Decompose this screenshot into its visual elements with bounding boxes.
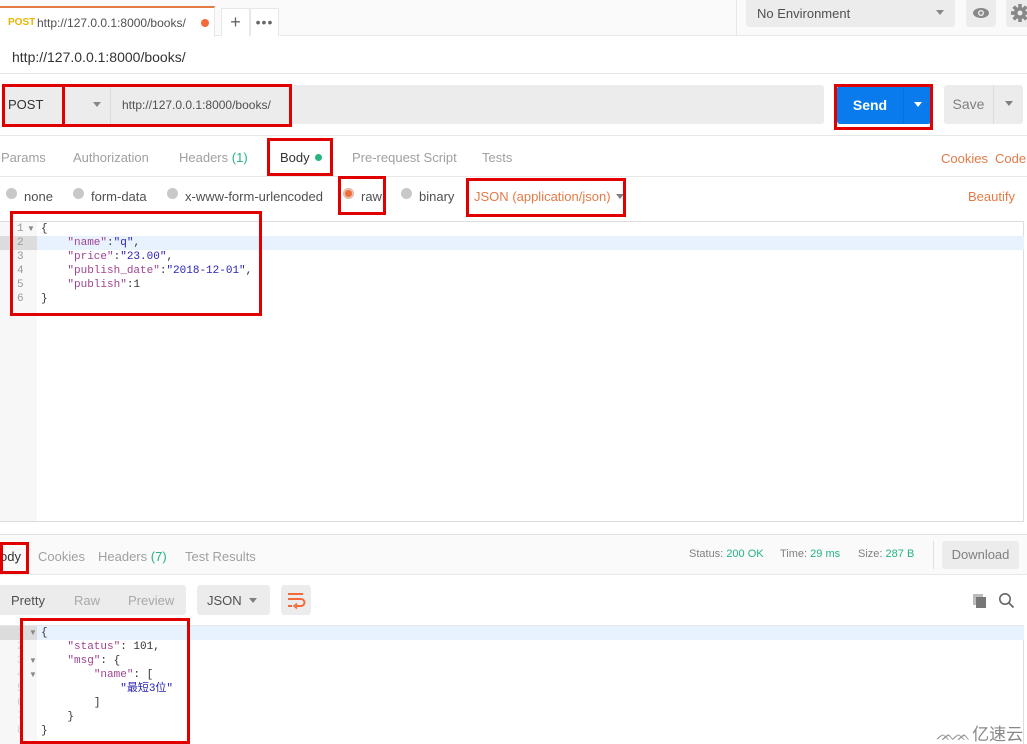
request-tab-url: http://127.0.0.1:8000/books/: [37, 16, 186, 30]
new-tab-button[interactable]: +: [221, 8, 250, 36]
tab-authorization[interactable]: Authorization: [73, 150, 149, 165]
search-button[interactable]: [998, 592, 1015, 612]
gear-icon: [1011, 4, 1027, 22]
chevron-down-icon: [1005, 101, 1013, 106]
radio-form-data-label[interactable]: form-data: [91, 189, 147, 204]
tab-label: Test Results: [185, 549, 256, 564]
response-format-label: JSON: [207, 593, 242, 608]
divider: [933, 541, 934, 569]
environment-quick-look-button[interactable]: [966, 0, 996, 27]
annotation-box-url: [62, 84, 292, 127]
code-link[interactable]: Code: [995, 151, 1026, 166]
save-options-button[interactable]: [993, 85, 1023, 124]
annotation-box-response-body: [20, 618, 190, 744]
request-title: http://127.0.0.1:8000/books/: [12, 49, 186, 65]
tab-headers[interactable]: Headers (1): [179, 150, 248, 165]
view-raw[interactable]: Raw: [74, 593, 100, 608]
radio-binary-label[interactable]: binary: [419, 189, 454, 204]
chevron-down-icon: [249, 598, 257, 603]
tab-pre-request-script[interactable]: Pre-request Script: [352, 150, 457, 165]
request-tab[interactable]: POST http://127.0.0.1:8000/books/: [0, 6, 215, 37]
tab-label: Params: [1, 150, 46, 165]
response-format-select[interactable]: JSON: [197, 585, 270, 615]
status-value: 200 OK: [726, 548, 764, 560]
response-tab-cookies[interactable]: Cookies: [38, 549, 85, 564]
radio-urlencoded-label[interactable]: x-www-form-urlencoded: [185, 189, 323, 204]
annotation-box-content-type: [466, 178, 626, 217]
environment-select[interactable]: No Environment: [746, 0, 955, 27]
divider: [0, 73, 1027, 74]
divider: [736, 0, 737, 36]
tab-label: Authorization: [73, 150, 149, 165]
radio-form-data[interactable]: [73, 188, 84, 199]
download-button[interactable]: Download: [942, 541, 1019, 569]
copy-button[interactable]: [972, 593, 988, 612]
more-tabs-button[interactable]: •••: [250, 8, 279, 36]
status-label: Status:: [689, 548, 724, 560]
view-preview[interactable]: Preview: [128, 593, 174, 608]
save-button[interactable]: Save: [944, 85, 993, 124]
cookies-link[interactable]: Cookies: [941, 151, 988, 166]
radio-none[interactable]: [6, 188, 17, 199]
response-tab-headers[interactable]: Headers (7): [98, 549, 167, 564]
annotation-box-request-body: [10, 211, 262, 316]
tab-label: Tests: [482, 150, 513, 165]
annotation-box-raw: [338, 176, 386, 215]
tab-tests[interactable]: Tests: [482, 150, 512, 165]
wrap-lines-icon: [288, 593, 306, 610]
chevron-down-icon: [936, 10, 944, 15]
request-tab-method: POST: [8, 17, 36, 28]
tab-label: Pre-request Script: [352, 150, 457, 165]
divider: [0, 176, 1027, 177]
watermark: ᨏᨏ 亿速云: [936, 720, 1023, 744]
radio-urlencoded[interactable]: [167, 188, 178, 199]
ellipsis-icon: •••: [255, 14, 274, 30]
response-status: Status: 200 OK: [689, 548, 764, 560]
plus-icon: +: [230, 12, 241, 32]
headers-count: (7): [150, 549, 167, 564]
environment-label: No Environment: [757, 6, 851, 21]
tab-label: Cookies: [38, 549, 85, 564]
response-time: Time: 29 ms: [780, 548, 840, 560]
annotation-box-response-body-tab: [0, 542, 29, 574]
size-value: 287 B: [885, 548, 915, 560]
beautify-link[interactable]: Beautify: [968, 189, 1015, 204]
annotation-box-body-tab: [267, 138, 333, 176]
annotation-box-method: [2, 84, 65, 127]
response-size: Size: 287 B: [858, 548, 914, 560]
radio-none-label[interactable]: none: [24, 189, 53, 204]
eye-icon: [973, 8, 989, 18]
response-tab-test-results[interactable]: Test Results: [185, 549, 256, 564]
cloud-logo-icon: ᨏᨏ: [936, 727, 970, 744]
time-label: Time:: [780, 548, 808, 560]
watermark-text: 亿速云: [972, 725, 1024, 744]
headers-count: (1): [231, 150, 248, 165]
view-pretty[interactable]: Pretty: [11, 593, 45, 608]
radio-binary[interactable]: [401, 188, 412, 199]
tab-label: Headers: [98, 549, 148, 564]
copy-icon: [973, 594, 986, 608]
annotation-box-send: [834, 84, 933, 130]
unsaved-indicator-icon: [201, 19, 209, 27]
search-icon: [999, 593, 1015, 609]
tab-label: Headers: [179, 150, 229, 165]
time-value: 29 ms: [810, 548, 841, 560]
divider: [0, 135, 1027, 136]
tab-params[interactable]: Params: [1, 150, 46, 165]
wrap-lines-button[interactable]: [281, 585, 311, 615]
environment-settings-button[interactable]: [1006, 0, 1027, 27]
size-label: Size:: [858, 548, 883, 560]
